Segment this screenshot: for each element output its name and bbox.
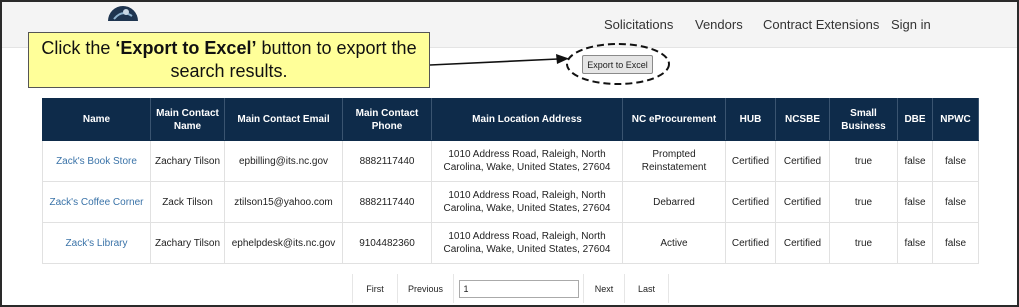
col-header-ncsbe[interactable]: NCSBE — [775, 98, 830, 141]
cell-contact-email: ephelpdesk@its.nc.gov — [224, 222, 343, 264]
logo-icon — [108, 6, 138, 21]
pointer-arrow-icon — [430, 54, 569, 66]
col-header-hub[interactable]: HUB — [725, 98, 776, 141]
col-header-dbe[interactable]: DBE — [897, 98, 933, 141]
col-header-main-location-address[interactable]: Main Location Address — [431, 98, 623, 141]
pagination-next[interactable]: Next — [584, 274, 625, 303]
callout-text-before: Click the — [41, 38, 116, 58]
table-row: Zack's Coffee Corner Zack Tilson ztilson… — [42, 181, 979, 223]
vendor-results-table: Name Main Contact Name Main Contact Emai… — [42, 98, 979, 264]
nav-contract-extensions[interactable]: Contract Extensions — [763, 17, 879, 32]
vendor-name-link[interactable]: Zack's Book Store — [56, 156, 137, 167]
cell-contact-email: ztilson15@yahoo.com — [224, 181, 343, 223]
export-to-excel-button[interactable]: Export to Excel — [582, 55, 653, 74]
col-header-small-business[interactable]: Small Business — [829, 98, 898, 141]
col-header-npwc[interactable]: NPWC — [932, 98, 979, 141]
pagination-previous[interactable]: Previous — [398, 274, 454, 303]
cell-address: 1010 Address Road, Raleigh, North Caroli… — [431, 181, 623, 223]
nav-vendors[interactable]: Vendors — [695, 17, 743, 32]
vendor-name-link[interactable]: Zack's Coffee Corner — [50, 197, 144, 208]
cell-ncsbe: Certified — [775, 140, 830, 182]
col-header-main-contact-phone[interactable]: Main Contact Phone — [342, 98, 432, 141]
cell-address: 1010 Address Road, Raleigh, North Caroli… — [431, 140, 623, 182]
cell-eprocurement: Prompted Reinstatement — [622, 140, 726, 182]
cell-dbe: false — [897, 140, 933, 182]
cell-small-business: true — [829, 181, 898, 223]
cell-contact-phone: 9104482360 — [342, 222, 432, 264]
cell-address: 1010 Address Road, Raleigh, North Caroli… — [431, 222, 623, 264]
table-row: Zack's Book Store Zachary Tilson epbilli… — [42, 140, 979, 182]
cell-eprocurement: Active — [622, 222, 726, 264]
col-header-nc-eprocurement[interactable]: NC eProcurement — [622, 98, 726, 141]
pagination-first[interactable]: First — [353, 274, 398, 303]
cell-dbe: false — [897, 181, 933, 223]
cell-npwc: false — [932, 181, 979, 223]
cell-name: Zack's Library — [42, 222, 151, 264]
cell-npwc: false — [932, 140, 979, 182]
col-header-main-contact-email[interactable]: Main Contact Email — [224, 98, 343, 141]
cell-hub: Certified — [725, 181, 776, 223]
vendor-name-link[interactable]: Zack's Library — [66, 238, 128, 249]
cell-hub: Certified — [725, 140, 776, 182]
cell-contact-phone: 8882117440 — [342, 140, 432, 182]
cell-contact-name: Zachary Tilson — [150, 222, 225, 264]
nav-sign-in[interactable]: Sign in — [891, 17, 931, 32]
cell-small-business: true — [829, 140, 898, 182]
cell-contact-name: Zachary Tilson — [150, 140, 225, 182]
cell-ncsbe: Certified — [775, 181, 830, 223]
cell-ncsbe: Certified — [775, 222, 830, 264]
cell-contact-email: epbilling@its.nc.gov — [224, 140, 343, 182]
cell-eprocurement: Debarred — [622, 181, 726, 223]
col-header-name[interactable]: Name — [42, 98, 151, 141]
callout-text-highlight: ‘Export to Excel’ — [115, 38, 257, 58]
page-number-input[interactable] — [458, 279, 579, 298]
pagination-page-input-wrap — [454, 274, 584, 303]
table-header-row: Name Main Contact Name Main Contact Emai… — [42, 98, 979, 141]
cell-small-business: true — [829, 222, 898, 264]
screenshot-frame: Solicitations Vendors Contract Extension… — [0, 0, 1019, 307]
instruction-callout: Click the ‘Export to Excel’ button to ex… — [28, 32, 430, 88]
cell-dbe: false — [897, 222, 933, 264]
nav-solicitations[interactable]: Solicitations — [604, 17, 673, 32]
cell-contact-name: Zack Tilson — [150, 181, 225, 223]
cell-npwc: false — [932, 222, 979, 264]
col-header-main-contact-name[interactable]: Main Contact Name — [150, 98, 225, 141]
pagination-last[interactable]: Last — [625, 274, 669, 303]
cell-name: Zack's Book Store — [42, 140, 151, 182]
table-row: Zack's Library Zachary Tilson ephelpdesk… — [42, 222, 979, 264]
pagination: First Previous Next Last — [352, 274, 669, 303]
cell-hub: Certified — [725, 222, 776, 264]
cell-contact-phone: 8882117440 — [342, 181, 432, 223]
cell-name: Zack's Coffee Corner — [42, 181, 151, 223]
